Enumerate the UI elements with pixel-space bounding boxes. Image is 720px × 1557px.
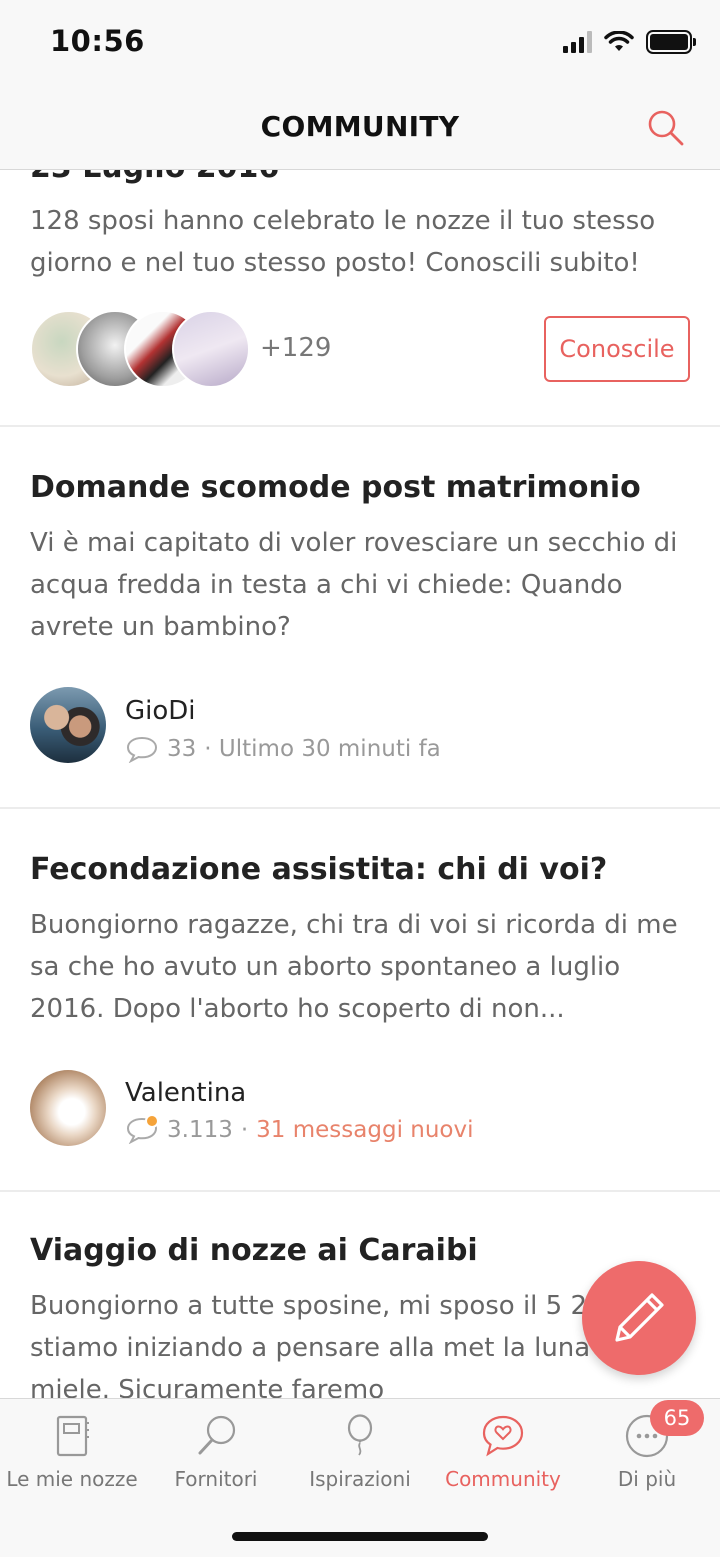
post-description: Buongiorno ragazze, chi tra di voi si ri…: [30, 910, 678, 1024]
avatar[interactable]: [30, 1070, 106, 1146]
post-description: Vi è mai capitato di voler rovesciare un…: [30, 528, 678, 642]
heart-chat-icon: [482, 1415, 524, 1457]
couples-extra-count: +129: [260, 333, 332, 363]
status-icons: [563, 30, 696, 54]
page-title: COMMUNITY: [260, 110, 460, 143]
divider: [0, 807, 720, 809]
tab-ispirazioni[interactable]: Ispirazioni: [288, 1413, 432, 1493]
home-indicator[interactable]: [232, 1532, 488, 1541]
comment-bubble-icon: [125, 1114, 159, 1145]
author-name[interactable]: Valentina: [125, 1078, 246, 1108]
wifi-icon: [604, 31, 634, 51]
post-title[interactable]: Viaggio di nozze ai Caraibi: [30, 1233, 478, 1268]
new-messages-count[interactable]: 31 messaggi nuovi: [256, 1117, 473, 1143]
status-bar: 10:56: [0, 0, 720, 88]
divider: [0, 425, 720, 427]
notebook-icon: [56, 1415, 89, 1457]
comment-count: 33: [167, 736, 197, 762]
comment-bubble-icon: [126, 736, 158, 763]
tab-le-mie-nozze[interactable]: Le mie nozze: [0, 1413, 144, 1493]
notification-badge: 65: [650, 1400, 704, 1436]
same-day-card-description: 128 sposi hanno celebrato le nozze il tu…: [30, 206, 656, 278]
tab-label: Fornitori: [174, 1467, 258, 1491]
post-title[interactable]: Fecondazione assistita: chi di voi?: [30, 852, 607, 887]
avatar[interactable]: [30, 687, 106, 763]
divider: [0, 1190, 720, 1192]
post-card[interactable]: Domande scomode post matrimonio Vi è mai…: [0, 470, 720, 810]
compose-post-button[interactable]: [582, 1261, 696, 1375]
tab-label: Community: [445, 1467, 561, 1491]
post-card[interactable]: Fecondazione assistita: chi di voi? Buon…: [0, 852, 720, 1192]
community-feed[interactable]: 23 Luglio 2016 128 sposi hanno celebrato…: [0, 170, 720, 1398]
magnifier-icon: [198, 1415, 236, 1455]
tab-community[interactable]: Community: [431, 1413, 575, 1493]
balloon-icon: [347, 1414, 373, 1456]
couple-avatar: [172, 310, 250, 388]
search-icon[interactable]: [646, 108, 686, 148]
battery-icon: [646, 30, 696, 54]
comment-count: 3.113: [167, 1117, 233, 1143]
couples-avatar-stack[interactable]: [30, 310, 260, 388]
meet-couples-button[interactable]: Conoscile: [544, 316, 690, 382]
status-time: 10:56: [50, 24, 145, 58]
nav-header: COMMUNITY: [0, 88, 720, 170]
author-name[interactable]: GioDi: [125, 696, 196, 726]
tab-fornitori[interactable]: Fornitori: [144, 1413, 288, 1493]
post-meta: 33 · Ultimo 30 minuti fa: [125, 735, 441, 763]
meta-separator: ·: [240, 1117, 249, 1143]
same-day-card-title: 23 Luglio 2016: [30, 170, 279, 185]
last-activity: · Ultimo 30 minuti fa: [204, 736, 441, 762]
tab-label: Di più: [617, 1467, 677, 1491]
unread-dot: [145, 1114, 159, 1128]
post-meta: 3.113 · 31 messaggi nuovi: [125, 1114, 474, 1145]
tab-label: Ispirazioni: [309, 1467, 411, 1491]
cellular-signal-icon: [563, 31, 592, 53]
tab-label: Le mie nozze: [6, 1467, 138, 1491]
pencil-icon: [615, 1293, 664, 1342]
post-title[interactable]: Domande scomode post matrimonio: [30, 470, 641, 505]
